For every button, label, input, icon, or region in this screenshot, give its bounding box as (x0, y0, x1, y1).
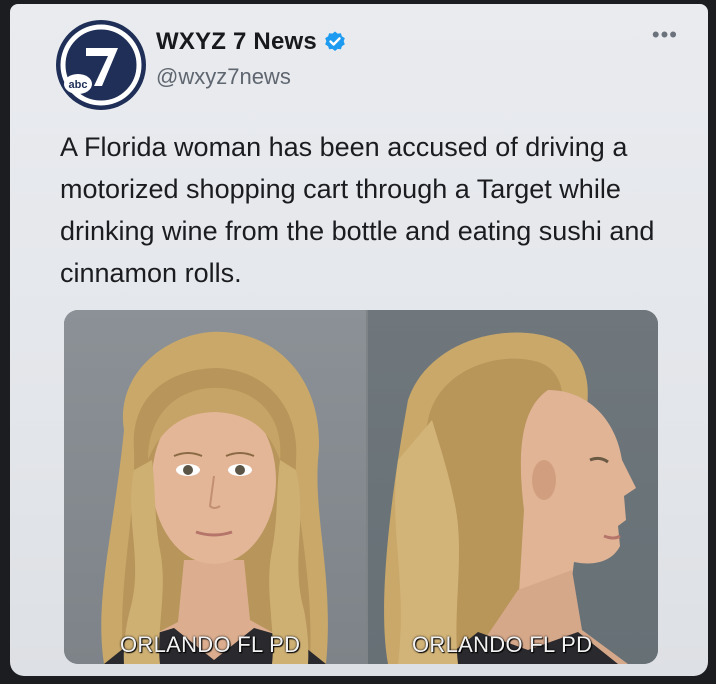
mugshot-front-image (101, 331, 328, 664)
display-name[interactable]: WXYZ 7 News (156, 28, 317, 56)
media-grid[interactable]: ORLANDO FL PD ORLANDO FL PD (64, 310, 658, 664)
author-row: WXYZ 7 News (156, 28, 347, 56)
mugshot-profile-image (384, 332, 636, 664)
tweet-text: A Florida woman has been accused of driv… (60, 132, 655, 288)
mugshot-profile-photo[interactable]: ORLANDO FL PD (368, 310, 658, 664)
verified-badge-icon (325, 31, 345, 51)
more-dots-icon[interactable]: ••• (652, 24, 678, 46)
avatar[interactable]: abc (56, 20, 146, 110)
photo-caption-front: ORLANDO FL PD (120, 632, 301, 657)
handle[interactable]: @wxyz7news (156, 64, 291, 90)
logo-abc-text: abc (69, 79, 88, 91)
tweet-screenshot: abc WXYZ 7 News @wxyz7news ••• A Florida… (10, 4, 708, 676)
mugshot-front-photo[interactable]: ORLANDO FL PD (64, 310, 366, 664)
photo-caption-profile: ORLANDO FL PD (412, 632, 593, 657)
abc7-logo-icon: abc (60, 24, 142, 106)
